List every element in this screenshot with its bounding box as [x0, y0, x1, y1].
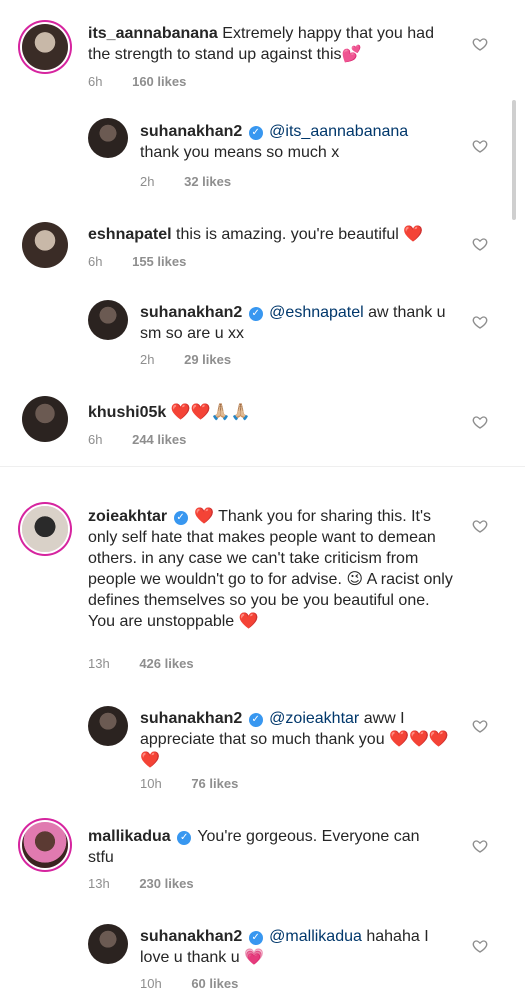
likes-count[interactable]: 244 likes: [132, 432, 186, 447]
verified-badge-icon: ✓: [173, 511, 188, 525]
avatar[interactable]: [22, 396, 68, 442]
avatar[interactable]: [88, 924, 128, 964]
timestamp: 13h: [88, 656, 110, 671]
mention-link[interactable]: @its_aannabanana: [269, 123, 408, 140]
comment-body: its_aannabanana Extremely happy that you…: [88, 23, 448, 65]
comment-meta: 6h 160 likes: [88, 74, 186, 89]
likes-count[interactable]: 32 likes: [184, 174, 231, 189]
timestamp: 6h: [88, 254, 103, 269]
comment-body: mallikadua ✓ You're gorgeous. Everyone c…: [88, 826, 448, 868]
avatar[interactable]: [22, 222, 68, 268]
heart-outline-icon[interactable]: [472, 236, 490, 254]
avatar[interactable]: [22, 506, 68, 552]
heart-outline-icon[interactable]: [472, 838, 490, 856]
username[interactable]: suhanakhan2: [140, 928, 242, 945]
comment-text: ❤️ Thank you for sharing this. It's only…: [88, 508, 453, 630]
mention-link[interactable]: @zoieakhtar: [269, 710, 359, 727]
comment-meta: 10h 60 likes: [140, 976, 238, 991]
comment-meta: 6h 244 likes: [88, 432, 186, 447]
verified-badge-icon: ✓: [248, 713, 263, 727]
comment-body: suhanakhan2 ✓ @eshnapatel aw thank u sm …: [140, 302, 450, 344]
comment-body: eshnapatel this is amazing. you're beaut…: [88, 224, 448, 245]
username[interactable]: suhanakhan2: [140, 123, 242, 140]
comment-text: thank you means so much x: [140, 144, 340, 161]
timestamp: 2h: [140, 352, 155, 367]
timestamp: 2h: [140, 174, 155, 189]
timestamp: 6h: [88, 432, 103, 447]
heart-outline-icon[interactable]: [472, 938, 490, 956]
username[interactable]: its_aannabanana: [88, 25, 218, 42]
timestamp: 6h: [88, 74, 103, 89]
heart-outline-icon[interactable]: [472, 36, 490, 54]
comment-text: ❤️❤️🙏🏼🙏🏼: [170, 404, 251, 421]
mention-link[interactable]: @mallikadua: [269, 928, 362, 945]
comment-meta: 13h 426 likes: [88, 656, 194, 671]
comment-body: suhanakhan2 ✓ @zoieakhtar aww I apprecia…: [140, 708, 450, 771]
section-divider: [0, 466, 525, 467]
comment-body: suhanakhan2 ✓ @its_aannabanana thank you…: [140, 121, 450, 163]
likes-count[interactable]: 60 likes: [191, 976, 238, 991]
mention-link[interactable]: @eshnapatel: [269, 304, 364, 321]
comment-meta: 10h 76 likes: [140, 776, 238, 791]
avatar[interactable]: [22, 24, 68, 70]
comment-meta: 13h 230 likes: [88, 876, 194, 891]
timestamp: 13h: [88, 876, 110, 891]
comment-body: suhanakhan2 ✓ @mallikadua hahaha I love …: [140, 926, 450, 968]
verified-badge-icon: ✓: [248, 126, 263, 140]
comment-meta: 6h 155 likes: [88, 254, 186, 269]
likes-count[interactable]: 426 likes: [139, 656, 193, 671]
username[interactable]: suhanakhan2: [140, 304, 242, 321]
heart-outline-icon[interactable]: [472, 314, 490, 332]
likes-count[interactable]: 76 likes: [191, 776, 238, 791]
heart-outline-icon[interactable]: [472, 518, 490, 536]
comment-meta: 2h 29 likes: [140, 352, 231, 367]
username[interactable]: mallikadua: [88, 828, 171, 845]
username[interactable]: khushi05k: [88, 404, 166, 421]
heart-outline-icon[interactable]: [472, 718, 490, 736]
heart-outline-icon[interactable]: [472, 414, 490, 432]
verified-badge-icon: ✓: [248, 931, 263, 945]
likes-count[interactable]: 155 likes: [132, 254, 186, 269]
username[interactable]: suhanakhan2: [140, 710, 242, 727]
timestamp: 10h: [140, 976, 162, 991]
username[interactable]: eshnapatel: [88, 226, 172, 243]
comment-body: khushi05k ❤️❤️🙏🏼🙏🏼: [88, 402, 448, 423]
avatar[interactable]: [88, 300, 128, 340]
likes-count[interactable]: 29 likes: [184, 352, 231, 367]
comment-body: zoieakhtar ✓ ❤️ Thank you for sharing th…: [88, 506, 453, 632]
verified-badge-icon: ✓: [248, 307, 263, 321]
comment-text: this is amazing. you're beautiful ❤️: [176, 226, 424, 243]
verified-badge-icon: ✓: [177, 831, 192, 845]
avatar[interactable]: [88, 118, 128, 158]
timestamp: 10h: [140, 776, 162, 791]
avatar[interactable]: [88, 706, 128, 746]
scrollbar[interactable]: [512, 100, 516, 220]
comment-meta: 2h 32 likes: [140, 174, 231, 189]
avatar[interactable]: [22, 822, 68, 868]
heart-outline-icon[interactable]: [472, 138, 490, 156]
likes-count[interactable]: 230 likes: [139, 876, 193, 891]
likes-count[interactable]: 160 likes: [132, 74, 186, 89]
username[interactable]: zoieakhtar: [88, 508, 167, 525]
